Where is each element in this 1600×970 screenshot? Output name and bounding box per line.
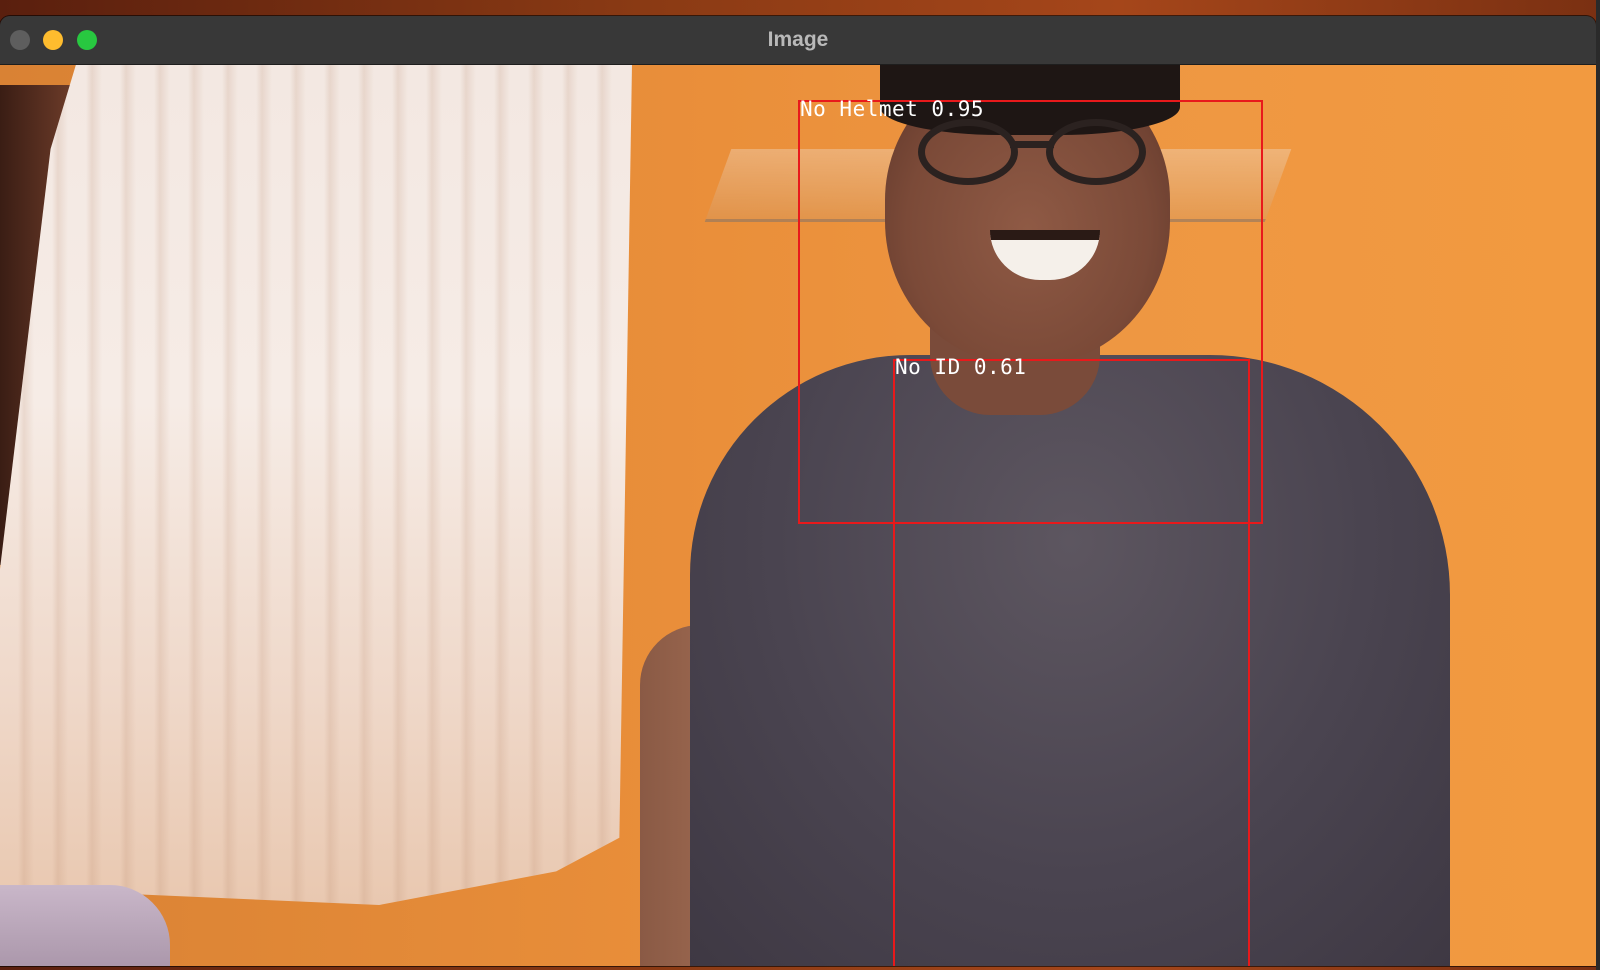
scene-curtain: [0, 65, 632, 905]
detection-label-no-id: No ID 0.61: [895, 355, 1027, 379]
desktop-edge: [1596, 0, 1600, 970]
image-window: Image No Helmet 0.95 No ID 0.61: [0, 16, 1596, 966]
image-canvas: No Helmet 0.95 No ID 0.61: [0, 65, 1596, 966]
detection-box-no-id: [893, 359, 1250, 966]
scene-floor-cloth: [0, 885, 170, 966]
detection-label-no-helmet: No Helmet 0.95: [800, 97, 985, 121]
window-title: Image: [767, 28, 829, 51]
window-titlebar[interactable]: Image: [0, 16, 1596, 65]
